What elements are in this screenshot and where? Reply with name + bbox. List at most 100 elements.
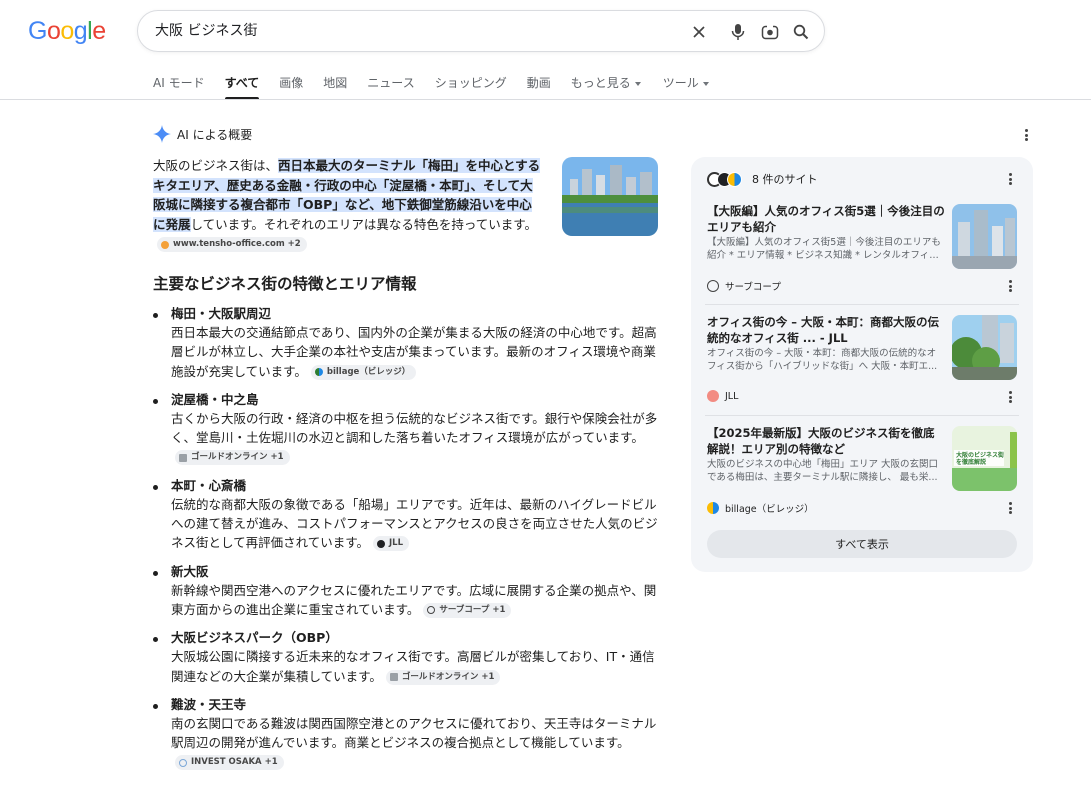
area-title: 難波・天王寺 [171, 696, 247, 712]
favicon-icon [707, 280, 719, 292]
sources-count: 8 件のサイト [752, 173, 818, 186]
intro-text-pre: 大阪のビジネス街は、 [153, 158, 279, 173]
divider [705, 304, 1019, 305]
list-item: 難波・天王寺 南の玄関口である難波は関西国際空港とのアクセスに優れており、天王寺… [153, 696, 663, 772]
source-chip[interactable]: billage（ビレッジ） [310, 364, 417, 380]
card-more-icon[interactable] [1008, 280, 1012, 292]
source-card-image-text: 大阪のビジネス街を徹底解説 [956, 452, 1005, 466]
favicon-icon [179, 453, 187, 462]
tab-ai-mode[interactable]: AI モード [153, 74, 205, 100]
source-chip-label: サーブコープ +1 [439, 604, 506, 615]
sources-header: 8 件のサイト [707, 171, 818, 187]
card-more-icon[interactable] [1008, 391, 1012, 403]
search-tabs: AI モード すべて 画像 地図 ニュース ショッピング 動画 もっと見る ツー… [153, 74, 729, 100]
business-area-list: 梅田・大阪駅周辺 西日本最大の交通結節点であり、国内外の企業が集まる大阪の経済の… [153, 305, 663, 782]
source-card[interactable]: 【大阪編】人気のオフィス街5選｜今後注目のエリアも紹介 【大阪編】人気のオフィス… [707, 204, 1017, 299]
source-card-site: billage（ビレッジ） [707, 501, 814, 515]
favicon-icon [707, 502, 719, 514]
source-card-snippet: 大阪のビジネスの中心地「梅田」エリア 大阪の玄関口である梅田は、主要ターミナル駅… [707, 459, 939, 483]
source-chip[interactable]: INVEST OSAKA +1 [175, 755, 284, 771]
list-item: 新大阪 新幹線や関西空港へのアクセスに優れたエリアです。広域に展開する企業の拠点… [153, 563, 663, 620]
ai-overview-header: AI による概要 [153, 125, 252, 143]
tab-tools-label: ツール [662, 76, 699, 90]
section-heading: 主要なビジネス街の特徴とエリア情報 [153, 275, 417, 293]
tab-all[interactable]: すべて [224, 74, 259, 100]
search-icon[interactable] [791, 22, 811, 42]
card-more-icon[interactable] [1008, 502, 1012, 514]
intro-text-post: しています。それぞれのエリアは異なる特色を持っています。 [190, 216, 538, 232]
search-box[interactable] [137, 10, 825, 52]
source-chip-label: ゴールドオンライン +1 [191, 452, 284, 463]
area-title: 大阪ビジネスパーク（OBP） [171, 630, 338, 646]
source-chip[interactable]: サーブコープ +1 [423, 602, 512, 618]
source-site-name: billage（ビレッジ） [725, 504, 814, 515]
area-desc: 古くから大阪の行政・経済の中枢を担う伝統的なビジネス街です。銀行や保険会社が多く… [171, 410, 658, 446]
sparkle-icon [153, 125, 171, 143]
area-title: 梅田・大阪駅周辺 [171, 306, 272, 321]
source-card-title[interactable]: 【大阪編】人気のオフィス街5選｜今後注目のエリアも紹介 [707, 204, 945, 235]
area-body: 南の玄関口である難波は関西国際空港とのアクセスに優れており、天王寺はターミナル駅… [171, 714, 663, 772]
tab-images[interactable]: 画像 [279, 74, 303, 100]
area-body: 西日本最大の交通結節点であり、国内外の企業が集まる大阪の経済の中心地です。超高層… [171, 323, 663, 381]
caret-down-icon [702, 81, 709, 86]
favicon-icon [377, 539, 386, 548]
ai-overview-title: AI による概要 [177, 127, 253, 142]
favicon-icon [707, 390, 719, 402]
source-card-site: JLL [707, 390, 738, 402]
search-input[interactable] [153, 21, 677, 39]
tab-more-label: もっと見る [570, 76, 631, 90]
area-body: 新幹線や関西空港へのアクセスに優れたエリアです。広域に展開する企業の拠点や、関東… [171, 581, 663, 620]
list-item: 大阪ビジネスパーク（OBP） 大阪城公園に隣接する近未来的なオフィス街です。高層… [153, 629, 663, 686]
favicon-icon [427, 606, 436, 615]
area-title: 新大阪 [171, 563, 209, 579]
favicon-icon [179, 758, 187, 767]
source-card-site: サーブコープ [707, 279, 781, 293]
tab-shopping[interactable]: ショッピング [435, 74, 507, 100]
area-body: 大阪城公園に隣接する近未来的なオフィス街です。高層ビルが密集しており、IT・通信… [171, 647, 663, 686]
google-logo[interactable]: Google [28, 17, 106, 46]
source-card-image[interactable] [952, 315, 1017, 380]
divider [705, 415, 1019, 416]
area-body: 伝統的な商都大阪の象徴である「船場」エリアです。近年は、最新のハイグレードビルへ… [171, 495, 663, 553]
favicon-icon [161, 240, 169, 249]
source-site-name: JLL [725, 390, 739, 402]
favicon-icon [389, 673, 398, 682]
area-desc: 南の玄関口である難波は関西国際空港とのアクセスに優れており、天王寺はターミナル駅… [171, 715, 657, 751]
area-title: 淀屋橋・中之島 [171, 391, 259, 407]
sources-more-icon[interactable] [1008, 173, 1012, 185]
source-card-title[interactable]: オフィス街の今 – 大阪・本町：商都大阪の伝統的なオフィス街 ... - JLL [707, 315, 945, 346]
favicon-icon [314, 368, 323, 377]
area-body: 古くから大阪の行政・経済の中枢を担う伝統的なビジネス街です。銀行や保険会社が多く… [171, 409, 663, 467]
source-card-image[interactable]: 大阪のビジネス街を徹底解説 [952, 426, 1017, 491]
divider [0, 99, 1091, 100]
microphone-icon[interactable] [728, 22, 748, 42]
source-card[interactable]: オフィス街の今 – 大阪・本町：商都大阪の伝統的なオフィス街 ... - JLL… [707, 315, 1017, 410]
ai-overview-image[interactable] [562, 157, 658, 236]
area-title: 本町・心斎橋 [171, 477, 247, 493]
source-chip[interactable]: JLL [373, 536, 410, 552]
show-all-button[interactable]: すべて表示 [707, 530, 1017, 558]
source-chip[interactable]: ゴールドオンライン +1 [385, 669, 501, 685]
source-chip-label: INVEST OSAKA +1 [191, 757, 278, 768]
source-card[interactable]: 【2025年最新版】大阪のビジネス街を徹底解説！エリア別の特徴など 大阪のビジネ… [707, 426, 1017, 521]
list-item: 淀屋橋・中之島 古くから大阪の行政・経済の中枢を担う伝統的なビジネス街です。銀行… [153, 391, 663, 467]
source-chip[interactable]: www.tensho-office.com +2 [157, 237, 307, 252]
tab-more[interactable]: もっと見る [571, 74, 641, 100]
source-chip[interactable]: ゴールドオンライン +1 [175, 450, 290, 466]
ai-overview-more-icon[interactable] [1024, 129, 1028, 141]
tab-maps[interactable]: 地図 [323, 74, 347, 100]
source-site-name: サーブコープ [725, 282, 781, 293]
caret-down-icon [634, 81, 641, 86]
clear-icon[interactable] [689, 22, 709, 42]
area-desc: 伝統的な商都大阪の象徴である「船場」エリアです。近年は、最新のハイグレードビルへ… [171, 496, 658, 551]
source-chip-label: ゴールドオンライン +1 [401, 671, 495, 682]
list-item: 梅田・大阪駅周辺 西日本最大の交通結節点であり、国内外の企業が集まる大阪の経済の… [153, 305, 663, 381]
camera-lens-icon[interactable] [760, 22, 780, 42]
tab-news[interactable]: ニュース [367, 74, 414, 100]
source-card-title[interactable]: 【2025年最新版】大阪のビジネス街を徹底解説！エリア別の特徴など [707, 426, 945, 457]
list-item: 本町・心斎橋 伝統的な商都大阪の象徴である「船場」エリアです。近年は、最新のハイ… [153, 477, 663, 553]
tab-videos[interactable]: 動画 [527, 74, 551, 100]
tab-tools[interactable]: ツール [663, 74, 709, 100]
favicon-icon [727, 171, 742, 187]
source-card-image[interactable] [952, 204, 1017, 269]
